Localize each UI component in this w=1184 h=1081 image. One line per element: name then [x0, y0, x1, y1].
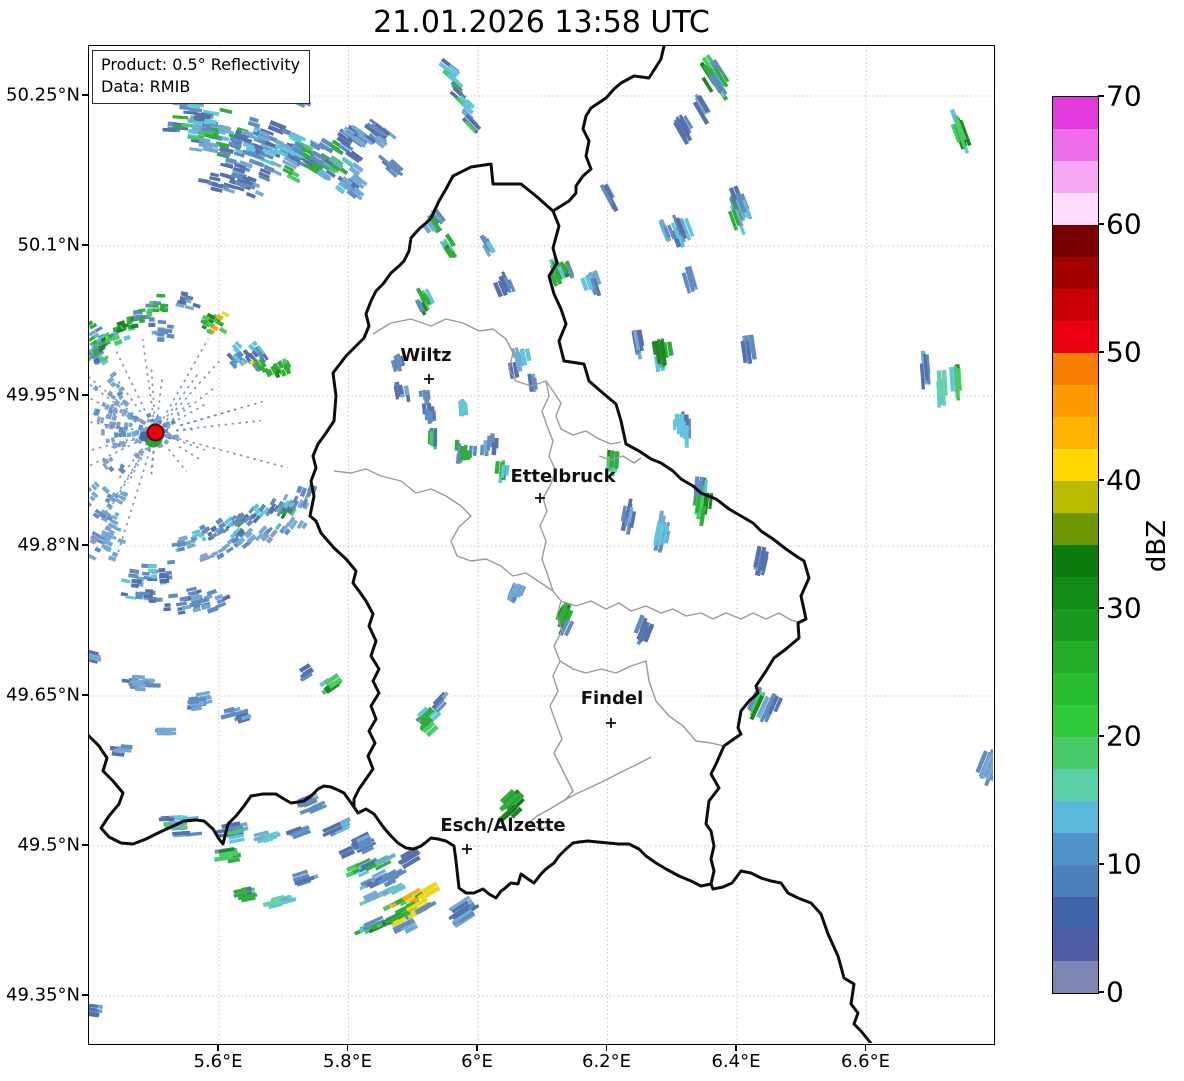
colorbar-tick-label: 30 — [1106, 591, 1142, 625]
y-axis-tick-label: 49.35°N — [6, 984, 80, 1006]
colorbar-segment — [1053, 737, 1098, 769]
radar-map-canvas: Wiltz Ettelbruck Findel Esch/Alzette — [89, 46, 993, 1043]
y-axis-tick — [82, 994, 88, 996]
x-axis-tick-label: 6.6°E — [841, 1051, 890, 1072]
colorbar-tick-label: 0 — [1106, 975, 1124, 1009]
colorbar-segment — [1053, 353, 1098, 385]
colorbar-tick — [1098, 991, 1104, 993]
colorbar-axis-label: dBZ — [1142, 519, 1172, 573]
city-esch-alzette: Esch/Alzette — [440, 815, 566, 854]
city-ettelbruck: Ettelbruck — [510, 466, 617, 503]
colorbar — [1052, 96, 1099, 994]
colorbar-segment — [1053, 609, 1098, 641]
x-axis-tick-label: 5.8°E — [323, 1051, 372, 1072]
city-label: Findel — [581, 688, 644, 709]
y-axis-tick — [82, 394, 88, 396]
x-axis-tick — [476, 1045, 478, 1051]
y-axis-tick-label: 49.5°N — [17, 834, 80, 856]
colorbar-segment — [1053, 705, 1098, 737]
city-wiltz: Wiltz — [400, 345, 452, 384]
colorbar-segment — [1053, 513, 1098, 545]
colorbar-segment — [1053, 257, 1098, 289]
y-axis-tick — [82, 694, 88, 696]
colorbar-segment — [1053, 545, 1098, 577]
colorbar-segment — [1053, 961, 1098, 993]
y-axis-tick — [82, 544, 88, 546]
colorbar-segment — [1053, 801, 1098, 833]
colorbar-segment — [1053, 193, 1098, 225]
x-axis-tick-label: 5.6°E — [193, 1051, 243, 1072]
colorbar-tick-label: 40 — [1106, 463, 1142, 497]
x-axis-tick — [735, 1045, 737, 1051]
colorbar-segment — [1053, 481, 1098, 513]
colorbar-tick — [1098, 223, 1104, 225]
colorbar-tick — [1098, 351, 1104, 353]
info-product: Product: 0.5° Reflectivity — [101, 55, 301, 74]
y-axis-tick-label: 49.8°N — [17, 534, 80, 556]
y-axis-tick — [82, 844, 88, 846]
colorbar-tick-label: 70 — [1106, 79, 1142, 113]
colorbar-tick — [1098, 95, 1104, 97]
colorbar-segment — [1053, 641, 1098, 673]
city-label: Esch/Alzette — [440, 815, 565, 836]
colorbar-segment — [1053, 929, 1098, 961]
colorbar-tick-label: 20 — [1106, 719, 1142, 753]
colorbar-segment — [1053, 833, 1098, 865]
y-axis-tick-label: 49.95°N — [6, 384, 80, 406]
colorbar-tick — [1098, 735, 1104, 737]
x-axis-tick — [346, 1045, 349, 1051]
x-axis-tick — [605, 1045, 608, 1051]
x-axis-tick — [217, 1045, 219, 1051]
y-axis-tick — [82, 94, 88, 96]
colorbar-segment — [1053, 417, 1098, 449]
colorbar-tick-label: 60 — [1106, 207, 1142, 241]
x-axis-tick-label: 6.2°E — [582, 1051, 631, 1072]
colorbar-segment — [1053, 97, 1098, 129]
y-axis-tick — [82, 244, 88, 246]
colorbar-tick — [1098, 607, 1104, 609]
y-axis-tick-label: 50.25°N — [6, 84, 80, 106]
colorbar-segment — [1053, 769, 1098, 801]
colorbar-segment — [1053, 289, 1098, 321]
city-findel: Findel — [581, 688, 644, 728]
colorbar-segment — [1053, 449, 1098, 481]
colorbar-segment — [1053, 673, 1098, 705]
colorbar-segment — [1053, 897, 1098, 929]
page-title: 21.01.2026 13:58 UTC — [373, 5, 710, 40]
colorbar-segment — [1053, 385, 1098, 417]
colorbar-segment — [1053, 577, 1098, 609]
y-axis-tick-label: 50.1°N — [17, 234, 80, 256]
colorbar-tick — [1098, 479, 1104, 481]
gridlines — [89, 46, 993, 1043]
city-label: Wiltz — [400, 345, 451, 366]
x-axis-tick-label: 6°E — [461, 1051, 493, 1072]
info-source: Data: RMIB — [101, 77, 191, 96]
colorbar-tick-label: 50 — [1106, 335, 1142, 369]
x-axis-tick-label: 6.4°E — [711, 1051, 761, 1072]
radar-figure: 21.01.2026 13:58 UTC Wiltz Ettelbruck Find… — [0, 0, 1184, 1081]
colorbar-segment — [1053, 225, 1098, 257]
y-axis-tick-label: 49.65°N — [6, 684, 80, 706]
country-borders — [89, 46, 873, 1043]
info-box: Product: 0.5° Reflectivity Data: RMIB — [92, 50, 311, 104]
colorbar-segment — [1053, 161, 1098, 193]
plot-area: Wiltz Ettelbruck Findel Esch/Alzette — [88, 45, 995, 1045]
colorbar-tick — [1098, 863, 1104, 865]
colorbar-tick-label: 10 — [1106, 847, 1142, 881]
x-axis-tick — [864, 1045, 867, 1051]
colorbar-segment — [1053, 129, 1098, 161]
city-label: Ettelbruck — [510, 466, 616, 487]
colorbar-segment — [1053, 321, 1098, 353]
colorbar-segment — [1053, 865, 1098, 897]
